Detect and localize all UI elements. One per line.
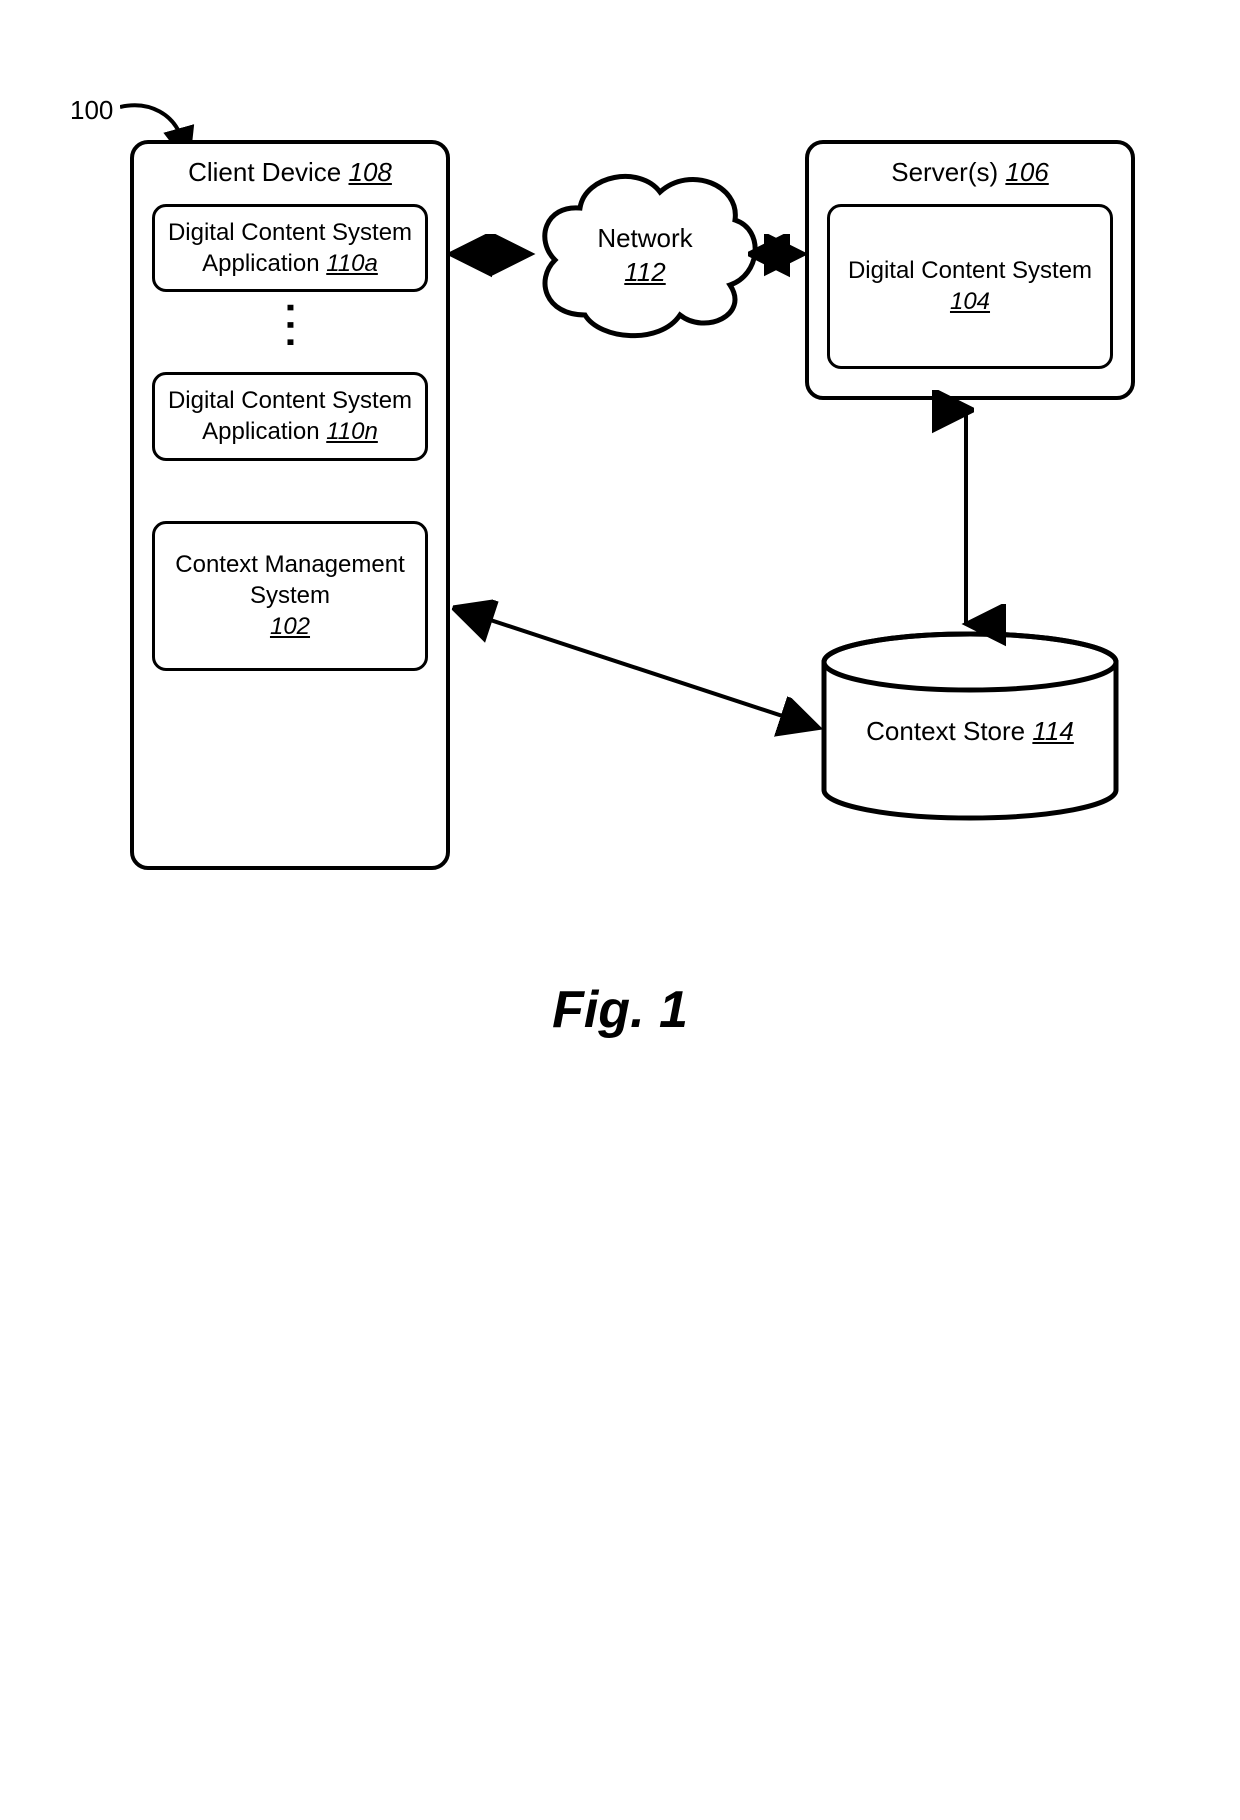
server-title: Server(s) 106 (891, 156, 1049, 190)
figure-caption: Fig. 1 (0, 980, 1240, 1040)
figure-number: 100 (70, 95, 113, 126)
cms-ref: 102 (163, 611, 417, 642)
server-inner-box: Digital Content System 104 (827, 204, 1113, 369)
arrow-client-network (452, 248, 537, 260)
cms-box: Context Management System 102 (152, 521, 428, 671)
network-label-text: Network (575, 222, 715, 256)
cms-line1: Context Management System (163, 549, 417, 611)
network-label: Network 112 (575, 222, 715, 290)
app-a-ref: 110a (326, 250, 378, 277)
context-store-label-text: Context Store (866, 716, 1025, 746)
arrow-server-store (960, 402, 972, 632)
app-a-line2: Application 110a (163, 248, 417, 279)
client-device-title: Client Device 108 (188, 156, 392, 190)
client-device-title-text: Client Device (188, 157, 341, 187)
arrow-network-server (750, 248, 810, 260)
server-box: Server(s) 106 Digital Content System 104 (805, 140, 1135, 400)
app-n-line1: Digital Content System (163, 385, 417, 416)
context-store-label: Context Store 114 (840, 714, 1100, 749)
network-ref: 112 (575, 256, 715, 290)
app-a-line2-text: Application (202, 250, 319, 277)
client-device-ref: 108 (349, 157, 392, 187)
app-n-box: Digital Content System Application 110n (152, 372, 428, 460)
server-inner-line1: Digital Content System (848, 255, 1092, 286)
context-store-ref: 114 (1032, 716, 1073, 746)
app-a-box: Digital Content System Application 110a (152, 204, 428, 292)
figure-page: 100 Client Device 108 Digital Content Sy… (0, 0, 1240, 1820)
app-n-line2-text: Application (202, 418, 319, 445)
server-ref: 106 (1005, 157, 1048, 187)
app-a-line1: Digital Content System (163, 217, 417, 248)
server-inner-ref: 104 (950, 286, 990, 317)
app-n-line2: Application 110n (163, 416, 417, 447)
client-device-box: Client Device 108 Digital Content System… (130, 140, 450, 870)
figure-number-text: 100 (70, 95, 113, 125)
arrow-client-store (452, 600, 827, 740)
server-title-text: Server(s) (891, 157, 998, 187)
app-n-ref: 110n (326, 418, 378, 445)
ellipsis-icon: ··· (270, 302, 310, 354)
